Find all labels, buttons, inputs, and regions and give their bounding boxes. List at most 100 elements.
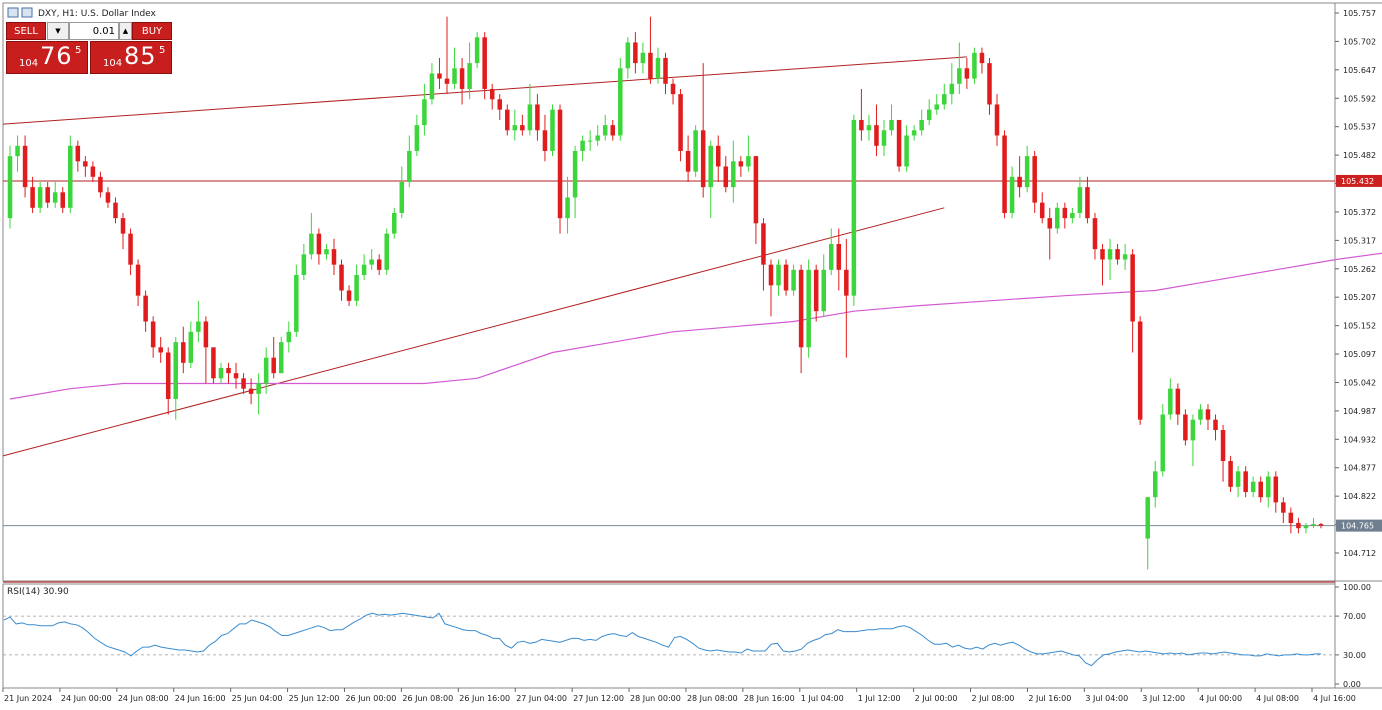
main-chart-frame xyxy=(2,2,1382,582)
time-tick-label: 3 Jul 12:00 xyxy=(1142,694,1185,703)
candle-bull xyxy=(68,145,73,208)
candle-bull xyxy=(1168,388,1173,415)
candle-bull xyxy=(572,150,578,198)
buy-button[interactable]: BUY xyxy=(132,22,172,40)
candle-bull xyxy=(301,254,307,275)
candle-bull xyxy=(407,150,412,182)
candle-bull xyxy=(1009,176,1015,213)
candle-bear xyxy=(761,223,766,265)
candle-bear xyxy=(1039,202,1045,219)
candle-bear xyxy=(437,73,442,79)
chart-window-icon xyxy=(7,7,19,18)
candle-bear xyxy=(798,269,804,348)
candle-bear xyxy=(60,192,66,208)
candle-bull xyxy=(587,140,593,142)
sell-price-main: 76 xyxy=(40,42,73,70)
price-tick-label: 105.702 xyxy=(1343,37,1376,46)
candle-bear xyxy=(90,166,96,177)
candle-bull xyxy=(467,63,472,89)
price-tick-label: 105.317 xyxy=(1343,236,1376,245)
time-tick-label: 1 Jul 12:00 xyxy=(858,694,901,703)
candle-bear xyxy=(1085,187,1090,219)
candle-bull xyxy=(1198,409,1203,420)
triangle-down-icon: ▼ xyxy=(55,27,61,35)
candle-bull xyxy=(37,187,43,208)
candle-bull xyxy=(1055,207,1060,229)
candle-bear xyxy=(1047,218,1053,229)
candle-bull xyxy=(550,109,555,151)
buy-price-box[interactable]: 104 85 5 xyxy=(90,41,172,74)
time-tick-label: 25 Jun 04:00 xyxy=(232,694,283,703)
candle-bear xyxy=(211,347,216,379)
candle-bear xyxy=(150,321,156,348)
candle-bear xyxy=(987,63,992,105)
lot-increase-button[interactable]: ▲ xyxy=(119,22,132,40)
candle-bear xyxy=(678,94,683,151)
price-tick-label: 105.262 xyxy=(1343,265,1376,274)
price-tick-label: 105.537 xyxy=(1343,123,1376,132)
candle-bull xyxy=(1190,419,1196,441)
candle-bull xyxy=(1107,249,1113,260)
candle-bull xyxy=(919,119,924,131)
price-tick-label: 104.932 xyxy=(1343,435,1376,444)
candle-bear xyxy=(1220,430,1226,462)
time-tick-label: 27 Jun 04:00 xyxy=(516,694,567,703)
candle-bear xyxy=(316,233,322,255)
candle-bear xyxy=(83,161,88,167)
candle-bear xyxy=(22,145,28,188)
time-tick-label: 4 Jul 00:00 xyxy=(1199,694,1242,703)
candle-bull xyxy=(52,192,58,203)
candle-bull xyxy=(399,181,405,213)
candle-bear xyxy=(520,125,525,131)
time-tick-label: 21 Jun 2024 xyxy=(4,694,52,703)
candle-bear xyxy=(226,368,231,374)
time-tick-label: 4 Jul 16:00 xyxy=(1313,694,1356,703)
time-tick-label: 24 Jun 16:00 xyxy=(175,694,226,703)
price-tick-label: 105.207 xyxy=(1343,293,1376,302)
candle-bear xyxy=(663,57,668,84)
rsi-line xyxy=(3,612,1321,667)
time-tick-label: 26 Jun 08:00 xyxy=(402,694,453,703)
candle-bear xyxy=(143,295,148,322)
candle-bear xyxy=(482,37,487,89)
candle-bull xyxy=(256,383,261,394)
candle-bull xyxy=(851,119,857,296)
candle-bear xyxy=(135,264,141,296)
rsi-tick-label: 70.00 xyxy=(1343,612,1366,621)
candle-bear xyxy=(1273,476,1279,503)
candle-bear xyxy=(1137,321,1143,420)
candle-bear xyxy=(30,187,35,208)
candle-bear xyxy=(723,166,729,188)
candle-bear xyxy=(859,119,864,131)
window-title: DXY, H1: U.S. Dollar Index xyxy=(38,9,157,19)
candle-bull xyxy=(602,125,608,136)
sell-price-prefix: 104 xyxy=(19,58,39,69)
candle-bear xyxy=(964,68,970,79)
time-tick-label: 4 Jul 08:00 xyxy=(1256,694,1299,703)
candle-bear xyxy=(113,202,118,219)
sell-price-box[interactable]: 104 76 5 xyxy=(6,41,88,74)
rsi-tick-label: 30.00 xyxy=(1343,651,1366,660)
candle-bull xyxy=(1235,471,1241,487)
sell-button[interactable]: SELL xyxy=(6,22,46,40)
candle-bear xyxy=(1258,481,1263,498)
candle-bear xyxy=(1115,249,1120,260)
candle-bear xyxy=(979,52,985,64)
candle-bear xyxy=(98,176,103,193)
chart-canvas[interactable]: 105.757 105.702 105.647 105.592 105.537 105.4… xyxy=(0,0,1382,710)
lot-decrease-button[interactable]: ▼ xyxy=(47,22,69,40)
candle-bear xyxy=(1296,523,1301,529)
candle-bear xyxy=(685,150,691,172)
candle-bear xyxy=(1228,461,1233,487)
price-tick-label: 104.987 xyxy=(1343,407,1376,416)
candle-bear xyxy=(1017,176,1022,188)
one-click-trading-panel: SELL ▼ ▲ BUY 104 76 5 104 85 5 xyxy=(6,22,172,74)
candle-bear xyxy=(633,42,638,64)
candle-bull xyxy=(384,233,389,270)
candle-bull xyxy=(957,68,962,84)
candle-bull xyxy=(309,233,314,255)
candle-bull xyxy=(294,274,299,332)
time-tick-label: 1 Jul 04:00 xyxy=(801,694,844,703)
candle-bull xyxy=(904,135,909,167)
lot-size-input[interactable] xyxy=(69,22,119,40)
